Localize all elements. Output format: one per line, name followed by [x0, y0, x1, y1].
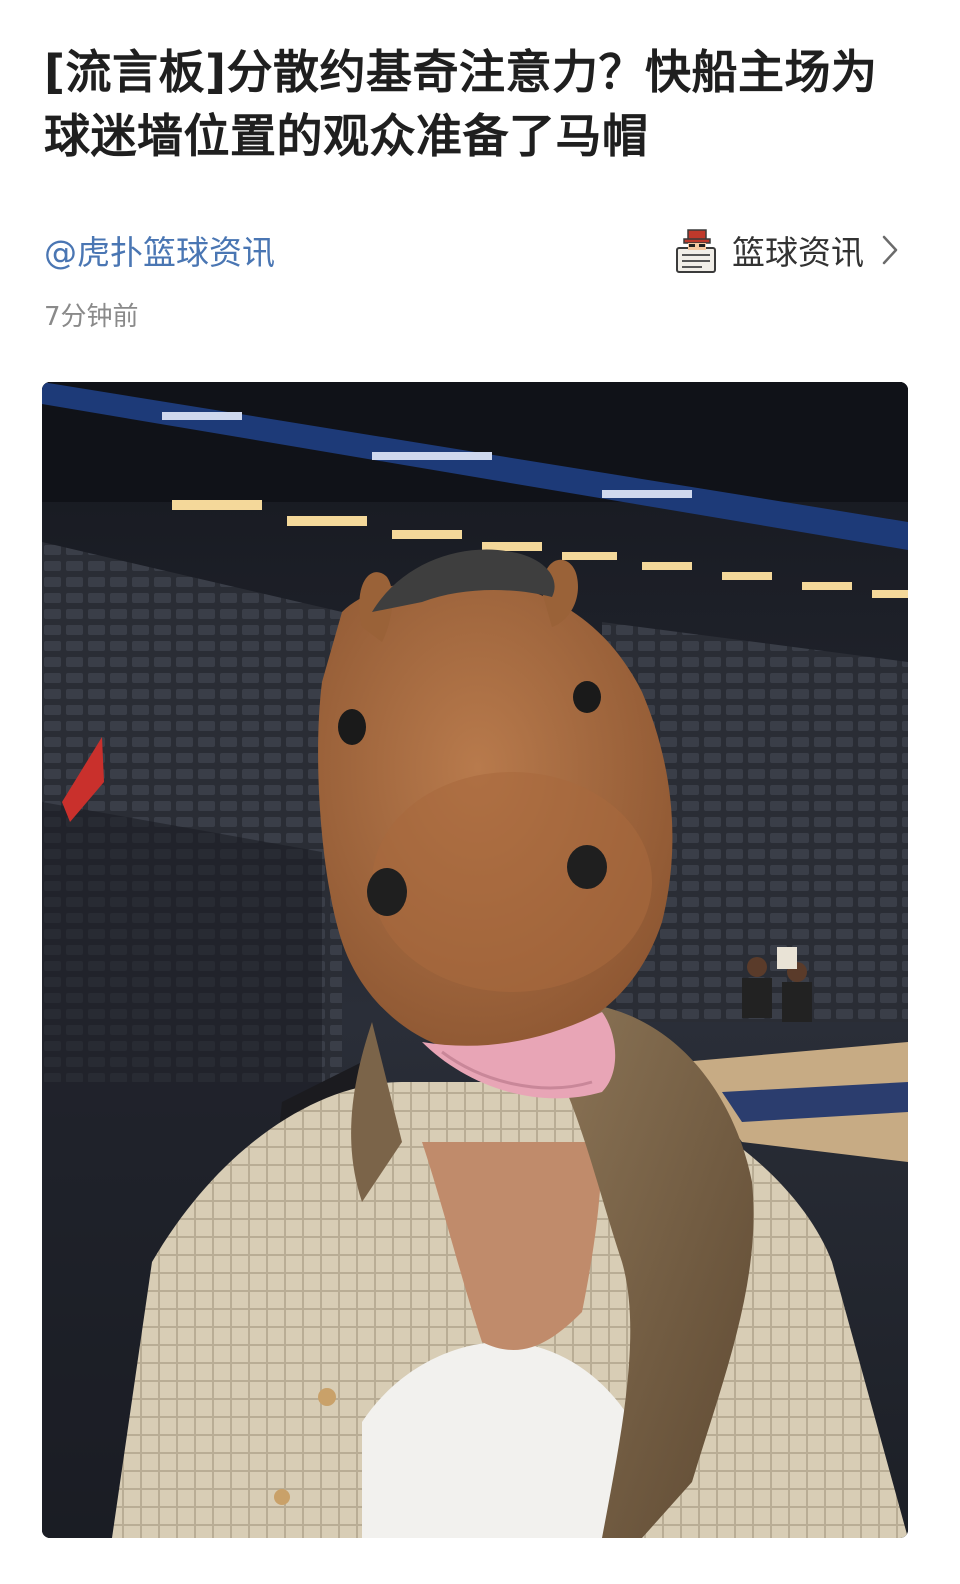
channel-link[interactable]: 篮球资讯	[674, 226, 902, 274]
channel-label: 篮球资讯	[732, 233, 864, 272]
author-link[interactable]: @虎扑篮球资讯	[44, 226, 275, 274]
article-photo[interactable]	[42, 382, 908, 1538]
newspaper-reader-icon	[674, 226, 718, 274]
arena-selfie-illustration	[42, 382, 908, 1538]
article-title: [流言板]分散约基奇注意力？快船主场为球迷墙位置的观众准备了马帽	[44, 45, 878, 163]
publish-time: 7分钟前	[44, 302, 139, 332]
chevron-right-icon	[878, 230, 902, 270]
source-row: @虎扑篮球资讯 篮球资讯	[44, 222, 902, 278]
